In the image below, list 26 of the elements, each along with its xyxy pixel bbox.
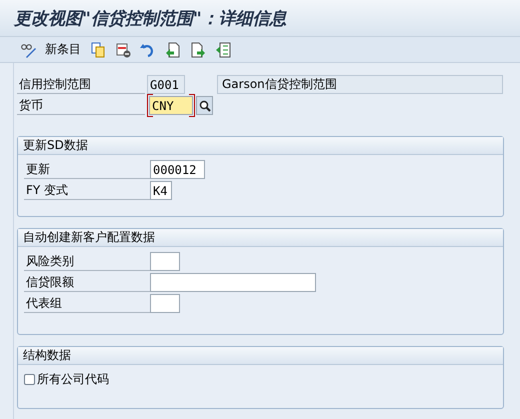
input-field[interactable] [150, 252, 180, 271]
new-entries-button[interactable]: 新条目 [45, 40, 81, 60]
search-icon [198, 100, 210, 112]
copy-icon[interactable] [90, 42, 106, 58]
input-field[interactable]: CNY [149, 96, 193, 115]
checkbox[interactable] [24, 374, 35, 385]
input-field[interactable]: 000012 [150, 160, 205, 179]
field-label: 货币 [17, 96, 145, 115]
group-title: 结构数据 [18, 347, 503, 365]
previous-page-icon[interactable] [165, 42, 181, 58]
search-button[interactable] [196, 96, 213, 115]
field-label: 信用控制范围 [17, 75, 145, 94]
input-field[interactable] [150, 273, 316, 292]
window-title: 更改视图"信贷控制范围"：详细信息 [14, 8, 287, 30]
group-title: 自动创建新客户配置数据 [18, 229, 503, 247]
delete-icon[interactable] [115, 42, 131, 58]
input-field[interactable] [150, 294, 180, 313]
undo-icon[interactable] [140, 42, 156, 58]
next-page-icon[interactable] [190, 42, 206, 58]
input-field[interactable]: G001 [147, 75, 185, 94]
group-title: 更新SD数据 [18, 137, 503, 155]
input-field[interactable]: K4 [150, 181, 172, 200]
glasses-pencil-icon[interactable] [20, 42, 36, 58]
description-field[interactable]: Garson信贷控制范围 [217, 75, 503, 94]
checkbox-label: 所有公司代码 [37, 371, 109, 388]
select-entries-icon[interactable] [215, 42, 231, 58]
